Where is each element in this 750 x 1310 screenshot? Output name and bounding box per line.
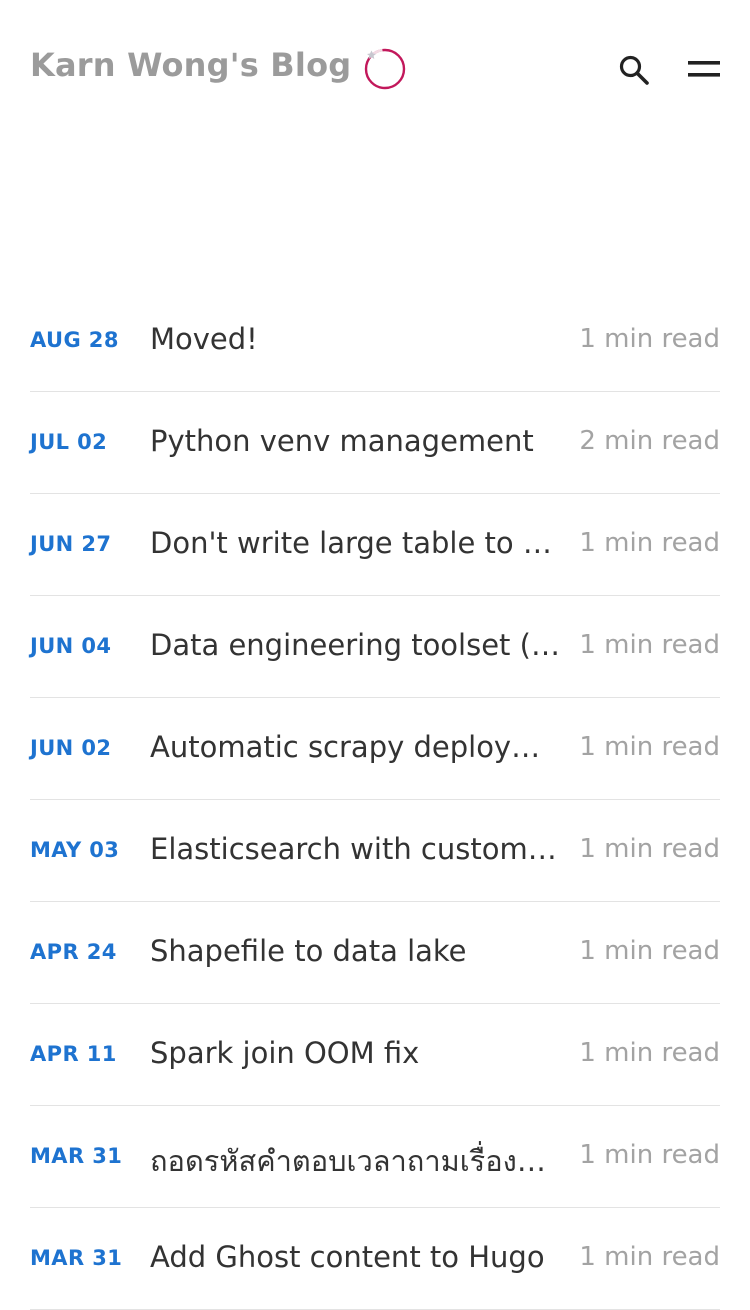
search-button[interactable] [616, 52, 652, 88]
post-item[interactable]: JUN 02 Automatic scrapy deploy… 1 min re… [30, 698, 720, 800]
post-read-time: 1 min read [579, 1140, 720, 1170]
post-read-time: 1 min read [579, 732, 720, 762]
post-date: JUN 27 [30, 532, 112, 556]
menu-icon [688, 61, 720, 77]
site-title[interactable]: Karn Wong's Blog [30, 46, 351, 84]
post-item[interactable]: APR 24 Shapefile to data lake 1 min read [30, 902, 720, 1004]
post-title[interactable]: Don't write large table to … [150, 526, 562, 560]
spinner-ring-icon [364, 48, 406, 90]
post-item[interactable]: MAY 03 Elasticsearch with custom… 1 min … [30, 800, 720, 902]
post-title[interactable]: Elasticsearch with custom… [150, 832, 562, 866]
post-read-time: 1 min read [579, 1038, 720, 1068]
post-date: APR 11 [30, 1042, 117, 1066]
post-date: JUN 02 [30, 736, 112, 760]
post-read-time: 2 min read [579, 426, 720, 456]
post-date: JUL 02 [30, 430, 108, 454]
post-read-time: 1 min read [579, 936, 720, 966]
menu-button[interactable] [686, 58, 722, 82]
post-date: JUN 04 [30, 634, 112, 658]
post-title[interactable]: Data engineering toolset (… [150, 628, 562, 662]
post-title[interactable]: Add Ghost content to Hugo [150, 1240, 562, 1274]
post-item[interactable]: MAR 31 Add Ghost content to Hugo 1 min r… [30, 1208, 720, 1310]
post-item[interactable]: JUN 27 Don't write large table to … 1 mi… [30, 494, 720, 596]
post-item[interactable]: JUL 02 Python venv management 2 min read [30, 392, 720, 494]
post-title[interactable]: Python venv management [150, 424, 562, 458]
post-list: AUG 28 Moved! 1 min read JUL 02 Python v… [30, 290, 720, 1310]
post-date: AUG 28 [30, 328, 119, 352]
post-item[interactable]: AUG 28 Moved! 1 min read [30, 290, 720, 392]
post-item[interactable]: MAR 31 ถอดรหัสคำตอบเวลาถามเรื่อง… 1 min … [30, 1106, 720, 1208]
post-read-time: 1 min read [579, 324, 720, 354]
post-item[interactable]: JUN 04 Data engineering toolset (… 1 min… [30, 596, 720, 698]
post-read-time: 1 min read [579, 630, 720, 660]
post-date: MAR 31 [30, 1246, 123, 1270]
post-title[interactable]: Shapefile to data lake [150, 934, 562, 968]
post-title[interactable]: ถอดรหัสคำตอบเวลาถามเรื่อง… [150, 1138, 562, 1184]
post-read-time: 1 min read [579, 528, 720, 558]
post-date: MAR 31 [30, 1144, 123, 1168]
site-header: Karn Wong's Blog [0, 0, 750, 140]
post-read-time: 1 min read [579, 1242, 720, 1272]
post-date: APR 24 [30, 940, 117, 964]
post-read-time: 1 min read [579, 834, 720, 864]
post-title[interactable]: Moved! [150, 322, 562, 356]
post-title[interactable]: Spark join OOM fix [150, 1036, 562, 1070]
search-icon [619, 55, 649, 85]
post-title[interactable]: Automatic scrapy deploy… [150, 730, 562, 764]
post-item[interactable]: APR 11 Spark join OOM fix 1 min read [30, 1004, 720, 1106]
post-date: MAY 03 [30, 838, 120, 862]
